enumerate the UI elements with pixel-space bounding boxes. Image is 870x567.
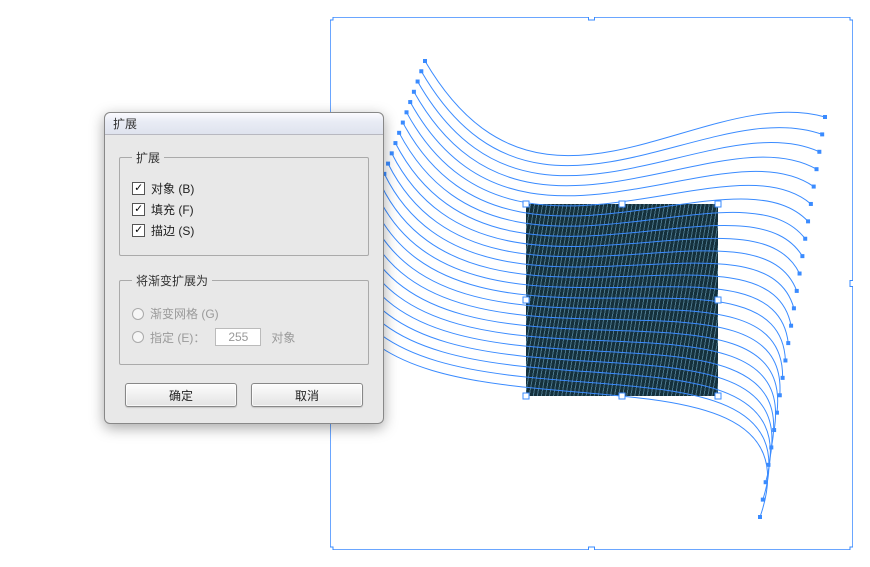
label-object: 对象 (B) <box>151 180 194 197</box>
checkbox-stroke[interactable] <box>132 224 145 237</box>
artboard[interactable] <box>330 17 853 550</box>
dialog-titlebar[interactable]: 扩展 <box>105 113 383 135</box>
dialog-body: 扩展 对象 (B) 填充 (F) 描边 (S) 将渐变扩展为 渐变网格 (G) <box>105 135 383 423</box>
checkbox-object[interactable] <box>132 182 145 195</box>
fieldset-expand: 扩展 对象 (B) 填充 (F) 描边 (S) <box>119 149 369 256</box>
fieldset-gradient-legend: 将渐变扩展为 <box>132 272 212 289</box>
row-mesh: 渐变网格 (G) <box>132 305 356 322</box>
fieldset-expand-legend: 扩展 <box>132 149 164 166</box>
blend-paths-group[interactable] <box>330 17 853 550</box>
dialog-title: 扩展 <box>113 115 137 132</box>
label-specify-suffix: 对象 <box>271 329 295 346</box>
row-specify: 指定 (E)： 255 对象 <box>132 328 356 346</box>
label-specify: 指定 (E)： <box>150 329 205 346</box>
fieldset-gradient: 将渐变扩展为 渐变网格 (G) 指定 (E)： 255 对象 <box>119 272 369 365</box>
dialog-button-row: 确定 取消 <box>119 381 369 407</box>
expand-dialog: 扩展 扩展 对象 (B) 填充 (F) 描边 (S) 将渐变扩展为 渐变网格 (… <box>104 112 384 424</box>
row-object: 对象 (B) <box>132 180 356 197</box>
row-stroke: 描边 (S) <box>132 222 356 239</box>
radio-specify[interactable] <box>132 331 144 343</box>
label-stroke: 描边 (S) <box>151 222 194 239</box>
label-mesh: 渐变网格 (G) <box>150 305 219 322</box>
checkbox-fill[interactable] <box>132 203 145 216</box>
label-fill: 填充 (F) <box>151 201 194 218</box>
row-fill: 填充 (F) <box>132 201 356 218</box>
cancel-button[interactable]: 取消 <box>251 383 363 407</box>
specify-input[interactable]: 255 <box>215 328 261 346</box>
ok-button-label: 确定 <box>169 387 193 404</box>
cancel-button-label: 取消 <box>295 387 319 404</box>
radio-mesh[interactable] <box>132 308 144 320</box>
ok-button[interactable]: 确定 <box>125 383 237 407</box>
